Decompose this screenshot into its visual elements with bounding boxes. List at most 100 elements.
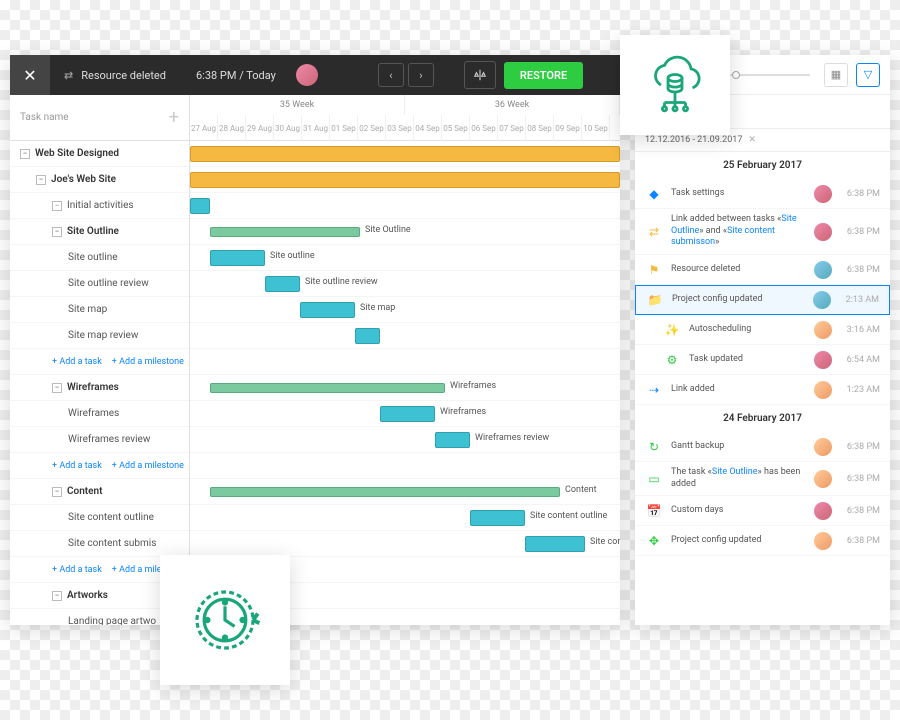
- add-task-link[interactable]: + Add a task: [52, 357, 102, 367]
- gantt-bar[interactable]: [210, 487, 560, 497]
- gantt-bar[interactable]: [525, 536, 585, 552]
- toggle-icon[interactable]: −: [36, 175, 46, 185]
- task-row[interactable]: Site outline: [10, 245, 189, 271]
- event-row[interactable]: ⚙Task updated6:54 AM: [635, 345, 890, 375]
- toggle-icon[interactable]: −: [52, 383, 62, 393]
- toggle-icon[interactable]: −: [52, 487, 62, 497]
- chart-row: [190, 193, 620, 219]
- clear-date-icon[interactable]: ✕: [748, 135, 756, 145]
- week-cell: 36 Week: [405, 95, 620, 115]
- task-row[interactable]: Site outline review: [10, 271, 189, 297]
- chart-row: [190, 167, 620, 193]
- event-row[interactable]: ⇄Link added between tasks «Site Outline»…: [635, 209, 890, 255]
- event-icon: ▭: [645, 470, 663, 488]
- event-text: Gantt backup: [671, 441, 806, 453]
- date-range-text: 12.12.2016 - 21.09.2017: [645, 135, 742, 145]
- chart-column: 35 Week36 Week 27 Aug28 Aug29 Aug30 Aug3…: [190, 95, 620, 625]
- day-cell: 07 Sep: [498, 115, 526, 141]
- avatar[interactable]: [296, 64, 318, 86]
- event-row[interactable]: ✥Project config updated6:38 PM: [635, 526, 890, 556]
- event-row[interactable]: 📁Project config updated2:13 AM: [635, 285, 890, 315]
- close-button[interactable]: ✕: [10, 55, 50, 95]
- avatar: [814, 438, 832, 456]
- event-row[interactable]: ↻Gantt backup6:38 PM: [635, 432, 890, 462]
- bar-label: Site map: [360, 303, 395, 313]
- gantt-bar[interactable]: [210, 383, 445, 393]
- event-row[interactable]: ▭The task «Site Outline» has been added6…: [635, 462, 890, 496]
- event-icon: 📅: [645, 502, 663, 520]
- add-milestone-link[interactable]: + Add a milestone: [112, 357, 184, 367]
- task-row[interactable]: −Web Site Designed: [10, 141, 189, 167]
- history-toolbar: ✕ ⇄ Resource deleted 6:38 PM / Today ‹ ›…: [10, 55, 620, 95]
- gantt-bar[interactable]: [210, 250, 265, 266]
- bar-label: Site content subm: [590, 537, 620, 547]
- next-button[interactable]: ›: [408, 63, 434, 87]
- add-milestone-link[interactable]: + Add a milestone: [112, 461, 184, 471]
- event-text: Link added between tasks «Site Outline» …: [671, 214, 806, 249]
- task-row[interactable]: −Site Outline: [10, 219, 189, 245]
- gantt-bar[interactable]: [300, 302, 355, 318]
- task-row[interactable]: Site content outline: [10, 505, 189, 531]
- toggle-icon[interactable]: −: [52, 201, 62, 211]
- task-row[interactable]: −Content: [10, 479, 189, 505]
- task-row[interactable]: −Joe's Web Site: [10, 167, 189, 193]
- gantt-bar[interactable]: [380, 406, 435, 422]
- task-row[interactable]: Wireframes: [10, 401, 189, 427]
- event-text: Resource deleted: [671, 264, 806, 276]
- day-cell: 28 Aug: [218, 115, 246, 141]
- add-task-link[interactable]: + Add a task: [52, 461, 102, 471]
- task-row[interactable]: Site map review: [10, 323, 189, 349]
- event-text: Task settings: [671, 188, 806, 200]
- toggle-icon[interactable]: −: [52, 227, 62, 237]
- chart-row: Site content subm: [190, 531, 620, 557]
- avatar: [814, 502, 832, 520]
- chart-row: Content: [190, 479, 620, 505]
- event-icon: ↻: [645, 438, 663, 456]
- task-row[interactable]: −Initial activities: [10, 193, 189, 219]
- bar-label: Site Outline: [365, 225, 411, 235]
- event-time: 6:38 PM: [840, 265, 880, 275]
- filter-icon[interactable]: ▽: [856, 63, 880, 87]
- gantt-bar[interactable]: [190, 146, 620, 162]
- avatar: [814, 321, 832, 339]
- calendar-icon[interactable]: ▦: [824, 63, 848, 87]
- task-column: Task name + −Web Site Designed−Joe's Web…: [10, 95, 190, 625]
- event-row[interactable]: ✨Autoscheduling3:16 AM: [635, 315, 890, 345]
- add-task-icon[interactable]: +: [169, 107, 179, 128]
- event-row[interactable]: ⇢Link added1:23 AM: [635, 375, 890, 405]
- task-row[interactable]: −Wireframes: [10, 375, 189, 401]
- chart-row: Site outline review: [190, 271, 620, 297]
- restore-button[interactable]: RESTORE: [504, 62, 583, 89]
- avatar: [814, 185, 832, 203]
- event-time: 6:38 PM: [840, 189, 880, 199]
- gantt-bar[interactable]: [190, 172, 620, 188]
- compare-button[interactable]: [464, 61, 496, 89]
- event-time: 6:38 PM: [840, 474, 880, 484]
- event-text: Custom days: [671, 505, 806, 517]
- day-cell: 03 Sep: [386, 115, 414, 141]
- gantt-bar[interactable]: [470, 510, 525, 526]
- event-text: Autoscheduling: [689, 324, 806, 336]
- task-row[interactable]: Site map: [10, 297, 189, 323]
- event-text: Task updated: [689, 354, 806, 366]
- gantt-bar[interactable]: [435, 432, 470, 448]
- event-time: 2:13 AM: [839, 295, 879, 305]
- gantt-bar[interactable]: [190, 198, 210, 214]
- event-row[interactable]: 📅Custom days6:38 PM: [635, 496, 890, 526]
- gantt-bar[interactable]: [265, 276, 300, 292]
- event-row[interactable]: ◆Task settings6:38 PM: [635, 179, 890, 209]
- gantt-bar[interactable]: [210, 227, 360, 237]
- bar-label: Site content outline: [530, 511, 607, 521]
- event-icon: ⚙: [663, 351, 681, 369]
- task-row[interactable]: Wireframes review: [10, 427, 189, 453]
- prev-button[interactable]: ‹: [378, 63, 404, 87]
- add-row: + Add a task + Add a milestone: [10, 453, 189, 479]
- toggle-icon[interactable]: −: [52, 591, 62, 601]
- task-row[interactable]: Site content submis: [10, 531, 189, 557]
- add-row: + Add a task + Add a milestone: [10, 349, 189, 375]
- gantt-bar[interactable]: [355, 328, 380, 344]
- bar-label: Content: [565, 485, 597, 495]
- add-task-link[interactable]: + Add a task: [52, 565, 102, 575]
- event-row[interactable]: ⚑Resource deleted6:38 PM: [635, 255, 890, 285]
- toggle-icon[interactable]: −: [20, 149, 30, 159]
